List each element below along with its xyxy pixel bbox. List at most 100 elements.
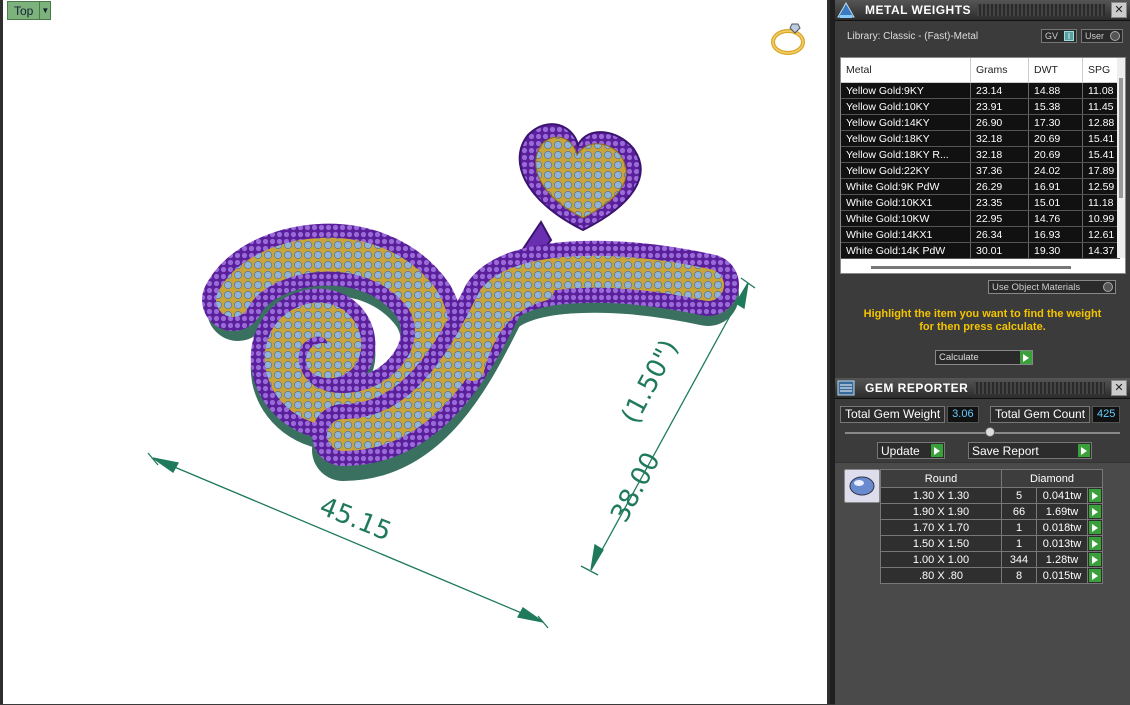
metal-name-cell: White Gold:14KX1 bbox=[841, 226, 971, 243]
table-row[interactable]: White Gold:9K PdW 26.29 16.91 12.59 bbox=[841, 178, 1120, 195]
metal-name-cell: White Gold:10KX1 bbox=[841, 194, 971, 211]
user-toggle[interactable]: User bbox=[1081, 29, 1123, 43]
table-row[interactable]: White Gold:10KX1 23.35 15.01 11.18 bbox=[841, 194, 1120, 211]
table-row[interactable]: Yellow Gold:18KY 32.18 20.69 15.41 bbox=[841, 130, 1120, 147]
gv-knob[interactable]: I bbox=[1064, 31, 1074, 41]
gem-row[interactable]: 1.90 X 1.90 66 1.69tw bbox=[880, 503, 1103, 520]
dwt-cell: 17.30 bbox=[1028, 114, 1083, 131]
gem-table-header: Round Diamond bbox=[880, 469, 1103, 488]
dimension-lines: 45.15 38.00 (1.50") bbox=[147, 277, 756, 629]
save-report-button[interactable]: Save Report bbox=[968, 442, 1092, 459]
metal-weights-table[interactable]: Metal Grams DWT SPG Yellow Gold:9KY 23.14… bbox=[840, 57, 1126, 274]
spg-cell: 15.41 bbox=[1082, 146, 1120, 163]
gem-reporter-header[interactable]: GEM REPORTER ✕ bbox=[835, 378, 1130, 399]
dwt-cell: 24.02 bbox=[1028, 162, 1083, 179]
metal-name-cell: White Gold:10KW bbox=[841, 210, 971, 227]
gem-weight-cell: 0.013tw bbox=[1036, 535, 1088, 552]
gem-table[interactable]: Round Diamond 1.30 X 1.30 5 0.041tw 1.90 X … bbox=[880, 469, 1103, 584]
dwt-cell: 16.93 bbox=[1028, 226, 1083, 243]
table-row[interactable]: Yellow Gold:18KY R... 32.18 20.69 15.41 bbox=[841, 146, 1120, 163]
gem-count-cell: 1 bbox=[1001, 535, 1037, 552]
slider-handle[interactable] bbox=[985, 427, 995, 437]
play-icon[interactable] bbox=[1089, 521, 1101, 534]
gem-weight-cell: 0.041tw bbox=[1036, 487, 1088, 504]
horizontal-scrollbar[interactable] bbox=[841, 261, 1117, 273]
play-icon[interactable] bbox=[931, 444, 943, 457]
dwt-cell: 20.69 bbox=[1028, 146, 1083, 163]
table-row[interactable]: White Gold:14K PdW 30.01 19.30 14.37 bbox=[841, 242, 1120, 259]
toggle-knob[interactable] bbox=[1103, 282, 1113, 292]
gem-row-action[interactable] bbox=[1087, 503, 1103, 520]
spg-cell: 14.37 bbox=[1082, 242, 1120, 259]
total-gem-weight-value: 3.06 bbox=[947, 406, 979, 423]
table-row[interactable]: Yellow Gold:14KY 26.90 17.30 12.88 bbox=[841, 114, 1120, 131]
close-icon[interactable]: ✕ bbox=[1111, 380, 1127, 396]
gem-row-action[interactable] bbox=[1087, 487, 1103, 504]
gem-weight-cell: 0.015tw bbox=[1036, 567, 1088, 584]
user-knob[interactable] bbox=[1110, 31, 1120, 41]
3d-viewport[interactable]: Top ▼ 45.15 38.00 (1.50") bbox=[0, 0, 830, 704]
col-dwt[interactable]: DWT bbox=[1028, 58, 1083, 83]
dimension-height-inches: (1.50") bbox=[616, 335, 685, 429]
play-icon[interactable] bbox=[1089, 505, 1101, 518]
col-metal[interactable]: Metal bbox=[841, 58, 971, 83]
hint-line-1: Highlight the item you want to find the … bbox=[863, 308, 1102, 320]
table-row[interactable]: White Gold:10KW 22.95 14.76 10.99 bbox=[841, 210, 1120, 227]
dwt-cell: 14.76 bbox=[1028, 210, 1083, 227]
col-grams[interactable]: Grams bbox=[970, 58, 1029, 83]
gem-material-header: Diamond bbox=[1001, 469, 1103, 488]
gem-row[interactable]: .80 X .80 8 0.015tw bbox=[880, 567, 1103, 584]
table-row[interactable]: Yellow Gold:22KY 37.36 24.02 17.89 bbox=[841, 162, 1120, 179]
spg-cell: 11.08 bbox=[1082, 82, 1120, 99]
calculate-button[interactable]: Calculate bbox=[935, 350, 1033, 365]
diamond-icon[interactable] bbox=[844, 469, 880, 503]
vertical-scrollbar[interactable] bbox=[1117, 58, 1125, 258]
gem-slider[interactable] bbox=[845, 427, 1120, 437]
gem-count-cell: 66 bbox=[1001, 503, 1037, 520]
table-row[interactable]: Yellow Gold:10KY 23.91 15.38 11.45 bbox=[841, 98, 1120, 115]
play-icon[interactable] bbox=[1089, 537, 1101, 550]
spg-cell: 17.89 bbox=[1082, 162, 1120, 179]
gem-list-area: Round Diamond 1.30 X 1.30 5 0.041tw 1.90 X … bbox=[835, 462, 1130, 705]
gem-row-action[interactable] bbox=[1087, 535, 1103, 552]
metal-weights-header[interactable]: METAL WEIGHTS ✕ bbox=[835, 0, 1130, 21]
gem-row[interactable]: 1.50 X 1.50 1 0.013tw bbox=[880, 535, 1103, 552]
gem-size-cell: 1.30 X 1.30 bbox=[880, 487, 1002, 504]
gem-count-cell: 344 bbox=[1001, 551, 1037, 568]
gv-label: GV bbox=[1045, 31, 1059, 41]
use-object-materials-toggle[interactable]: Use Object Materials bbox=[988, 280, 1116, 294]
panel-grip[interactable] bbox=[974, 382, 1105, 394]
play-icon[interactable] bbox=[1089, 489, 1101, 502]
table-row[interactable]: Yellow Gold:9KY 23.14 14.88 11.08 bbox=[841, 82, 1120, 99]
table-row[interactable]: White Gold:14KX1 26.34 16.93 12.61 bbox=[841, 226, 1120, 243]
gem-row[interactable]: 1.70 X 1.70 1 0.018tw bbox=[880, 519, 1103, 536]
metal-weights-panel: METAL WEIGHTS ✕ Library: Classic - (Fast… bbox=[835, 0, 1130, 378]
metal-name-cell: Yellow Gold:18KY R... bbox=[841, 146, 971, 163]
gem-row-action[interactable] bbox=[1087, 567, 1103, 584]
update-button[interactable]: Update bbox=[877, 442, 945, 459]
scroll-thumb[interactable] bbox=[871, 266, 1071, 269]
gem-row[interactable]: 1.30 X 1.30 5 0.041tw bbox=[880, 487, 1103, 504]
library-label: Library: Classic - (Fast)-Metal bbox=[847, 30, 979, 42]
play-icon[interactable] bbox=[1089, 553, 1101, 566]
gem-row-action[interactable] bbox=[1087, 519, 1103, 536]
spg-cell: 10.99 bbox=[1082, 210, 1120, 227]
gem-row[interactable]: 1.00 X 1.00 344 1.28tw bbox=[880, 551, 1103, 568]
grams-cell: 26.29 bbox=[970, 178, 1029, 195]
scroll-thumb[interactable] bbox=[1119, 78, 1123, 198]
panel-grip[interactable] bbox=[977, 4, 1105, 16]
close-icon[interactable]: ✕ bbox=[1111, 2, 1127, 18]
metal-name-cell: White Gold:9K PdW bbox=[841, 178, 971, 195]
col-spg[interactable]: SPG bbox=[1082, 58, 1120, 83]
grams-cell: 26.34 bbox=[970, 226, 1029, 243]
play-icon[interactable] bbox=[1078, 444, 1090, 457]
play-icon[interactable] bbox=[1089, 569, 1101, 582]
play-icon[interactable] bbox=[1020, 351, 1032, 364]
grams-cell: 32.18 bbox=[970, 146, 1029, 163]
scale-icon bbox=[835, 0, 857, 20]
gem-count-cell: 8 bbox=[1001, 567, 1037, 584]
gem-row-action[interactable] bbox=[1087, 551, 1103, 568]
use-object-materials-label: Use Object Materials bbox=[992, 281, 1081, 293]
gv-toggle[interactable]: GV I bbox=[1041, 29, 1077, 43]
save-report-label: Save Report bbox=[972, 443, 1039, 458]
